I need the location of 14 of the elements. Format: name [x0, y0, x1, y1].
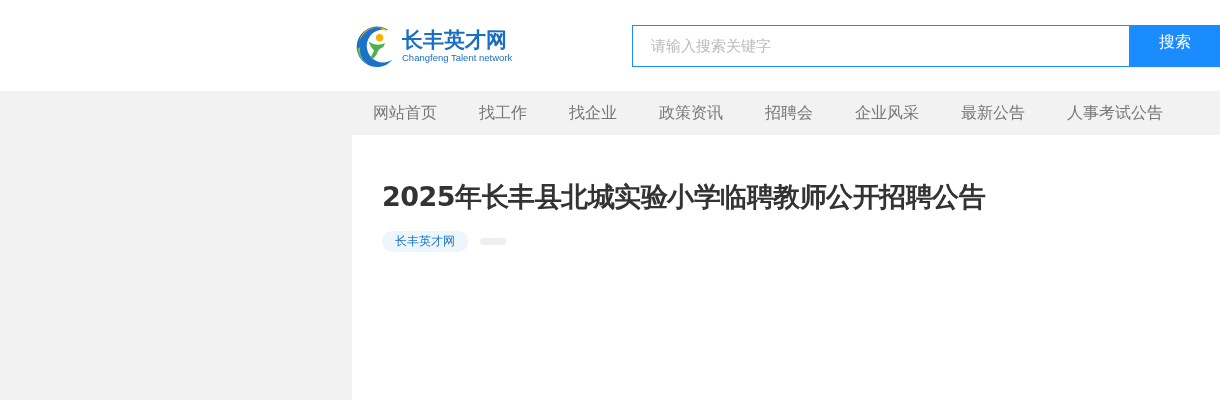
- nav-link[interactable]: 找企业: [548, 102, 638, 124]
- nav-link[interactable]: 招聘会: [744, 102, 834, 124]
- search-button[interactable]: 搜索: [1130, 24, 1220, 67]
- source-tag: 长丰英才网: [382, 231, 468, 252]
- nav-link[interactable]: 网站首页: [352, 102, 458, 124]
- search-field[interactable]: 请输入搜索关键字: [632, 24, 1130, 67]
- nav-link[interactable]: 最新公告: [940, 102, 1046, 124]
- nav-link[interactable]: 找工作: [458, 102, 548, 124]
- logo-name: 长丰英才网: [402, 27, 508, 52]
- logo-tagline: Changfeng Talent network: [402, 51, 513, 64]
- nav-link[interactable]: 政策资讯: [638, 102, 744, 124]
- nav-link[interactable]: 企业风采: [834, 102, 940, 124]
- article-title: 2025年长丰县北城实验小学临聘教师公开招聘公告: [382, 180, 987, 214]
- nav-link[interactable]: 人事考试公告: [1046, 102, 1184, 124]
